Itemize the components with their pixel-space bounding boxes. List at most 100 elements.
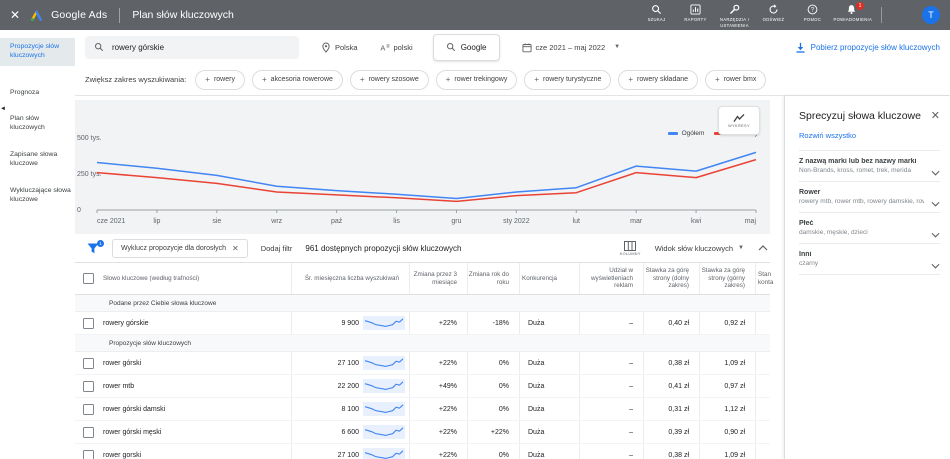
keyword-cell: rowery górskie xyxy=(101,312,291,334)
broaden-chip[interactable]: +rowery xyxy=(195,70,245,90)
keyword-cell: rower mtb xyxy=(101,375,291,397)
broaden-chip[interactable]: +rowery składane xyxy=(618,70,698,90)
close-icon[interactable]: ✕ xyxy=(10,8,20,22)
refine-group-2[interactable]: Rowerrowery mtb, rower mtb, rowery damsk… xyxy=(799,181,940,212)
broaden-label: Zwiększ zakres wyszukiwania: xyxy=(85,75,186,84)
broaden-chip[interactable]: +rower bmx xyxy=(705,70,766,90)
search-icon xyxy=(651,4,662,15)
sidebar-item-1[interactable]: Propozycje słów kluczowych xyxy=(0,38,75,66)
row-checkbox[interactable] xyxy=(83,318,94,329)
network-selector[interactable]: Google xyxy=(433,34,500,61)
refine-group-3[interactable]: Płećdamskie, męskie, dzieci xyxy=(799,212,940,243)
table-row[interactable]: rowery górskie9 900+22%-18%Duża–0,40 zł0… xyxy=(75,312,770,335)
collapse-table-button[interactable] xyxy=(758,245,768,251)
keyword-search-input[interactable] xyxy=(85,36,299,59)
column-header[interactable]: Stan konta xyxy=(755,263,773,294)
topbar-action-szukaj[interactable]: SZUKAJ xyxy=(637,2,676,22)
topbar-action-powiadomienia[interactable]: POWIADOMIENIA1 xyxy=(832,2,871,22)
panel-title: Sprecyzuj słowa kluczowe xyxy=(799,110,921,122)
columns-button[interactable]: KOLUMNY xyxy=(620,241,641,256)
table-row[interactable]: rower górski męski6 600+22%+22%Duża–0,39… xyxy=(75,421,770,444)
svg-text:?: ? xyxy=(811,8,815,14)
broaden-chip[interactable]: +akcesoria rowerowe xyxy=(252,70,343,90)
row-checkbox[interactable] xyxy=(83,427,94,438)
keyword-ideas-main: cze 2021lipsiewrzpaźlisgrusty 2022lutmar… xyxy=(75,96,784,459)
column-header[interactable]: Stawka za górę strony (górny zakres) xyxy=(699,263,755,294)
download-icon xyxy=(795,42,806,53)
download-keyword-ideas-button[interactable]: Pobierz propozycje słów kluczowych xyxy=(795,42,940,53)
column-header[interactable]: Zmiana przez 3 miesiące xyxy=(409,263,467,294)
date-range-selector[interactable]: cze 2021 – maj 2022 ▼ xyxy=(522,42,621,53)
expand-all-link[interactable]: Rozwiń wszystko xyxy=(799,131,940,140)
broaden-chip[interactable]: +rowery szosowe xyxy=(350,70,429,90)
yoy-change-cell: -18% xyxy=(467,312,519,334)
plus-icon: + xyxy=(628,75,633,84)
svg-text:sty 2022: sty 2022 xyxy=(503,218,530,225)
avg-searches-cell: 27 100 xyxy=(291,444,409,459)
chevron-down-icon xyxy=(931,225,940,243)
broaden-chip[interactable]: +rower trekingowy xyxy=(436,70,518,90)
column-header[interactable]: Słowo kluczowe (według trafności) xyxy=(101,263,291,294)
svg-text:kwi: kwi xyxy=(691,218,702,225)
collapse-panel-arrow-icon[interactable]: ◄ xyxy=(0,106,6,112)
add-filter-button[interactable]: Dodaj filtr xyxy=(261,244,293,253)
keyword-query-field[interactable] xyxy=(110,42,290,53)
table-row[interactable]: rower górski27 100+22%0%Duża–0,38 zł1,09… xyxy=(75,352,770,375)
topbar-action-raporty[interactable]: RAPORTY xyxy=(676,2,715,22)
refine-group-4[interactable]: Inniczarny xyxy=(799,243,940,275)
table-toolbar: 1 Wyklucz propozycje dla dorosłych ✕ Dod… xyxy=(75,234,770,262)
svg-text:wrz: wrz xyxy=(270,218,282,225)
close-panel-icon[interactable]: ✕ xyxy=(931,109,940,122)
row-checkbox[interactable] xyxy=(83,358,94,369)
topbar-action-odswiez[interactable]: ODŚWIEŻ xyxy=(754,2,793,22)
row-checkbox[interactable] xyxy=(83,404,94,415)
change-3m-cell: +22% xyxy=(409,352,467,374)
column-header[interactable]: Śr. miesięczna liczba wyszukiwań xyxy=(291,263,409,294)
row-checkbox[interactable] xyxy=(83,381,94,392)
top-bid-high-cell: 0,92 zł xyxy=(699,312,755,334)
change-3m-cell: +22% xyxy=(409,421,467,443)
column-header[interactable]: Zmiana rok do roku xyxy=(467,263,519,294)
competition-cell: Duża xyxy=(519,375,579,397)
search-network-icon xyxy=(446,42,456,52)
active-filter-chip[interactable]: Wyklucz propozycje dla dorosłych ✕ xyxy=(112,239,248,258)
broaden-chip[interactable]: +rowery turystyczne xyxy=(524,70,611,90)
account-status-cell xyxy=(755,352,770,374)
sidebar-item-4[interactable]: Zapisane słowa kluczowe xyxy=(0,146,75,174)
location-selector[interactable]: Polska xyxy=(321,42,358,53)
sidebar-item-2[interactable]: Prognoza xyxy=(0,84,75,103)
chevron-down-icon xyxy=(931,194,940,212)
remove-filter-icon[interactable]: ✕ xyxy=(232,244,239,253)
change-3m-cell: +49% xyxy=(409,375,467,397)
avg-searches-cell: 9 900 xyxy=(291,312,409,334)
topbar-action-pomoc[interactable]: ?POMOC xyxy=(793,2,832,22)
svg-text:maj: maj xyxy=(745,218,757,225)
topbar-action-narzedzia-i-ustawienia[interactable]: NARZĘDZIA I USTAWIENIA xyxy=(715,2,754,28)
refresh-icon xyxy=(768,4,779,15)
trend-chart-svg: cze 2021lipsiewrzpaźlisgrusty 2022lutmar… xyxy=(75,100,770,234)
column-header[interactable]: Udział w wyświetleniach reklam xyxy=(579,263,643,294)
plus-icon: + xyxy=(715,75,720,84)
table-row[interactable]: rower mtb22 200+49%0%Duża–0,41 zł0,97 zł xyxy=(75,375,770,398)
impression-share-cell: – xyxy=(579,352,643,374)
topbar-actions: SZUKAJRAPORTYNARZĘDZIA I USTAWIENIAODŚWI… xyxy=(637,2,871,28)
column-header[interactable]: Konkurencja xyxy=(519,263,579,294)
row-checkbox[interactable] xyxy=(83,450,94,459)
legend-item-ogółem[interactable]: Ogółem xyxy=(668,130,705,137)
charts-toggle-button[interactable]: WYKRESY xyxy=(718,106,760,135)
table-row[interactable]: rower górski damski8 100+22%0%Duża–0,31 … xyxy=(75,398,770,421)
avatar[interactable]: T xyxy=(922,6,940,24)
keyword-cell: rower górski damski xyxy=(101,398,291,420)
svg-text:0: 0 xyxy=(77,207,81,214)
column-header[interactable]: Stawka za górę strony (dolny zakres) xyxy=(643,263,699,294)
view-selector[interactable]: Widok słów kluczowych ▼ xyxy=(655,244,744,253)
sidebar-item-5[interactable]: Wykluczające słowa kluczowe xyxy=(0,182,75,210)
refine-group-1[interactable]: Z nazwą marki lub bez nazwy markiNon-Bra… xyxy=(799,150,940,181)
sidebar-item-3[interactable]: Plan słów kluczowych xyxy=(0,110,75,138)
impression-share-cell: – xyxy=(579,421,643,443)
filter-funnel-icon[interactable]: 1 xyxy=(87,243,99,254)
yoy-change-cell: 0% xyxy=(467,375,519,397)
language-selector[interactable]: A polski xyxy=(380,42,413,53)
select-all-checkbox[interactable] xyxy=(83,273,94,284)
table-row[interactable]: rower gorski27 100+22%0%Duża–0,38 zł1,09… xyxy=(75,444,770,459)
